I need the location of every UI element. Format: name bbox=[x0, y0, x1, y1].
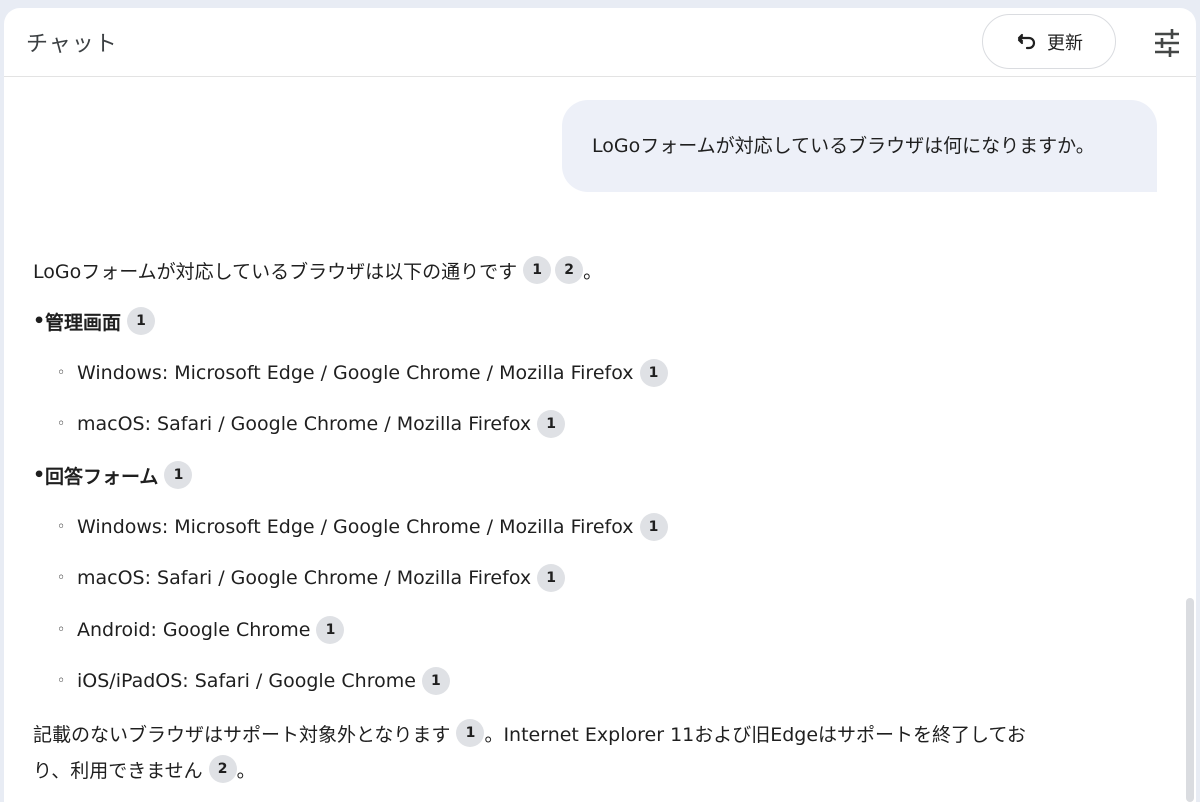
page-title: チャット bbox=[26, 32, 118, 57]
citation-badge[interactable]: 1 bbox=[639, 359, 668, 387]
punctuation: 。 bbox=[236, 759, 256, 782]
answer-intro: LoGoフォームが対応しているブラウザは以下の通りです 1 2 。 bbox=[33, 256, 602, 284]
list-item: ◦ iOS/iPadOS: Safari / Google Chrome 1 bbox=[33, 667, 450, 695]
footer-text: り、利用できません bbox=[33, 759, 203, 782]
answer-footer-line2: り、利用できません 2 。 bbox=[33, 755, 256, 783]
citation-badge[interactable]: 2 bbox=[208, 755, 237, 783]
citation-badge[interactable]: 1 bbox=[316, 616, 345, 644]
list-item-text: iOS/iPadOS: Safari / Google Chrome bbox=[77, 670, 416, 692]
chat-panel: チャット 更新 LoGoフォームが対応しているブラウザは何になりますか。 LoG… bbox=[4, 8, 1196, 802]
refresh-icon bbox=[1017, 33, 1036, 49]
citation-badge[interactable]: 1 bbox=[421, 667, 450, 695]
user-message-text: LoGoフォームが対応しているブラウザは何になりますか。 bbox=[592, 135, 1095, 157]
citation-badge[interactable]: 1 bbox=[456, 719, 485, 747]
list-item: ◦ macOS: Safari / Google Chrome / Mozill… bbox=[33, 410, 566, 438]
tune-icon[interactable] bbox=[1150, 26, 1184, 60]
citation-badge[interactable]: 1 bbox=[537, 564, 566, 592]
citation-badge[interactable]: 1 bbox=[523, 256, 552, 284]
user-message-bubble: LoGoフォームが対応しているブラウザは何になりますか。 bbox=[562, 100, 1157, 192]
list-item: • 回答フォーム 1 bbox=[33, 461, 193, 489]
list-item: • 管理画面 1 bbox=[33, 307, 156, 335]
citation-badge[interactable]: 2 bbox=[555, 256, 584, 284]
list-item: ◦ Android: Google Chrome 1 bbox=[33, 616, 345, 644]
list-item: ◦ Windows: Microsoft Edge / Google Chrom… bbox=[33, 513, 668, 541]
list-item-text: Android: Google Chrome bbox=[77, 619, 311, 641]
bullet-marker: • bbox=[33, 464, 46, 486]
list-item: ◦ macOS: Safari / Google Chrome / Mozill… bbox=[33, 564, 566, 592]
list-item: ◦ Windows: Microsoft Edge / Google Chrom… bbox=[33, 359, 668, 387]
answer-footer-line1: 記載のないブラウザはサポート対象外となります 1 。Internet Explo… bbox=[33, 719, 1026, 747]
sub-bullet-marker: ◦ bbox=[57, 416, 66, 432]
chat-header: チャット 更新 bbox=[4, 8, 1196, 77]
refresh-button[interactable]: 更新 bbox=[982, 14, 1116, 69]
sub-bullet-marker: ◦ bbox=[57, 570, 66, 586]
section-title-admin: 管理画面 bbox=[45, 311, 122, 334]
chat-content: LoGoフォームが対応しているブラウザは何になりますか。 LoGoフォームが対応… bbox=[4, 78, 1196, 802]
sub-bullet-marker: ◦ bbox=[57, 365, 66, 381]
refresh-label: 更新 bbox=[1047, 32, 1083, 54]
list-item-text: macOS: Safari / Google Chrome / Mozilla … bbox=[77, 567, 532, 589]
punctuation: 。 bbox=[583, 260, 603, 283]
list-item-text: Windows: Microsoft Edge / Google Chrome … bbox=[77, 516, 634, 538]
sub-bullet-marker: ◦ bbox=[57, 622, 66, 638]
list-item-text: macOS: Safari / Google Chrome / Mozilla … bbox=[77, 413, 532, 435]
footer-text: 。Internet Explorer 11および旧Edgeはサポートを終了してお bbox=[484, 723, 1026, 746]
citation-badge[interactable]: 1 bbox=[164, 461, 193, 489]
citation-badge[interactable]: 1 bbox=[127, 307, 156, 335]
bullet-marker: • bbox=[33, 310, 46, 332]
section-title-form: 回答フォーム bbox=[45, 465, 159, 488]
citation-badge[interactable]: 1 bbox=[639, 513, 668, 541]
scrollbar-thumb[interactable] bbox=[1186, 598, 1194, 802]
sub-bullet-marker: ◦ bbox=[57, 673, 66, 689]
answer-intro-text: LoGoフォームが対応しているブラウザは以下の通りです bbox=[33, 260, 518, 283]
list-item-text: Windows: Microsoft Edge / Google Chrome … bbox=[77, 362, 634, 384]
citation-badge[interactable]: 1 bbox=[537, 410, 566, 438]
sub-bullet-marker: ◦ bbox=[57, 519, 66, 535]
footer-text: 記載のないブラウザはサポート対象外となります bbox=[33, 723, 451, 746]
